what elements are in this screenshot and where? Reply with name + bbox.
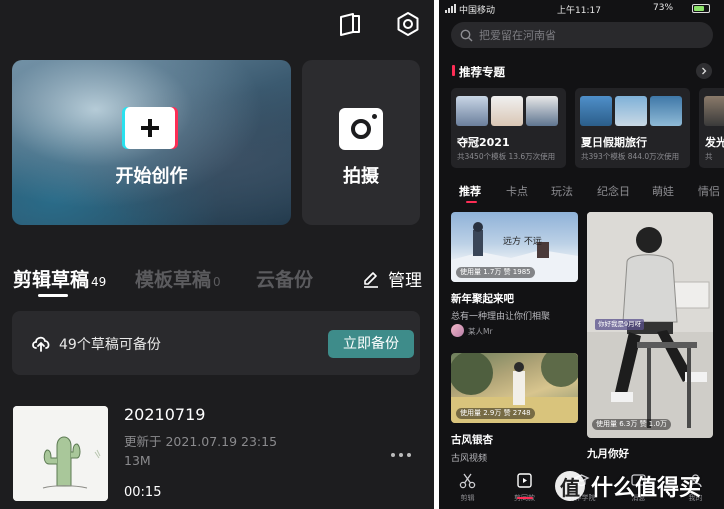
settings-hexagon-icon[interactable] [394, 10, 422, 38]
search-input[interactable] [479, 22, 699, 48]
nav-academy-label: 创作学院 [567, 494, 596, 502]
draft-duration: 00:15 [124, 485, 162, 500]
cactus-illustration [13, 406, 108, 501]
shoot-label: 拍摄 [343, 166, 379, 187]
nav-messages[interactable]: 消息 [610, 466, 667, 509]
template-title: 九月你好 [587, 448, 629, 460]
nav-templates[interactable]: 剪同款 [496, 466, 553, 509]
plus-icon [125, 107, 175, 149]
topic-thumbnails [704, 96, 724, 126]
topic-meta: 共3450个模板 13.6万次使用 [457, 152, 556, 161]
nav-edit[interactable]: 剪辑 [439, 466, 496, 509]
author-name[interactable]: 某人Mr [468, 326, 493, 337]
nav-academy[interactable]: 创作学院 [553, 466, 610, 509]
message-icon [631, 474, 646, 486]
tab-beat[interactable]: 卡点 [506, 183, 528, 199]
overlay-text: 远方 不远 [503, 235, 542, 247]
active-nav-indicator [517, 497, 533, 499]
edit-pencil-icon [364, 271, 378, 288]
search-icon [460, 29, 473, 42]
draft-updated-time: 更新于 2021.07.19 23:15 [124, 434, 278, 449]
manage-button[interactable]: 管理 [362, 266, 422, 291]
tab-template-drafts-label: 模板草稿 [135, 269, 212, 291]
topic-card[interactable]: 夺冠2021 共3450个模板 13.6万次使用 [451, 88, 566, 168]
tab-template-drafts[interactable]: 模板草稿 0 [135, 265, 221, 292]
tab-edit-drafts[interactable]: 剪辑草稿 49 [13, 265, 106, 292]
topic-meta: 共393个模板 844.0万次使用 [581, 152, 680, 161]
usage-stats: 使用量 1.7万 赞 1985 [456, 267, 535, 278]
more-options-icon[interactable] [389, 445, 413, 457]
template-thumbnail[interactable]: 你好我是9月呀 使用量 6.3万 赞 1.0万 [587, 212, 713, 438]
manage-label: 管理 [388, 271, 422, 291]
backup-now-button[interactable]: 立即备份 [328, 330, 414, 358]
camera-icon [339, 108, 383, 150]
draft-title: 20210719 [124, 405, 206, 424]
capcut-home-panel: 开始创作 拍摄 剪辑草稿 49 模板草稿 0 云备份 管理 49个草稿可备份 立即备… [0, 0, 434, 509]
overlay-text: 你好我是9月呀 [595, 319, 645, 330]
template-description: 总有一种理由让你们相聚 [451, 312, 551, 322]
draft-file-size: 13M [124, 453, 151, 468]
template-video-icon [517, 473, 532, 488]
nav-profile-label: 我的 [688, 494, 703, 502]
signal-icon [445, 4, 456, 13]
template-title: 新年聚起来吧 [451, 293, 514, 305]
battery-percent: 73% [653, 3, 674, 13]
topic-card[interactable]: 夏日假期旅行 共393个模板 844.0万次使用 [575, 88, 690, 168]
start-creation-label: 开始创作 [115, 166, 188, 187]
shoot-card[interactable]: 拍摄 [302, 60, 420, 225]
status-bar: 中国移动 上午11:17 73% [439, 0, 724, 18]
template-thumbnail[interactable]: 使用量 2.9万 赞 2748 [451, 353, 578, 423]
tab-template-drafts-count: 0 [213, 275, 221, 289]
active-tab-indicator [38, 294, 68, 297]
template-description: 古风视频 [451, 454, 488, 464]
author-avatar[interactable] [451, 324, 464, 337]
recommended-topics-title: 推荐专题 [459, 65, 505, 79]
battery-icon [692, 4, 710, 13]
active-tab-indicator [466, 201, 477, 203]
topic-meta: 共 [705, 152, 713, 161]
backup-banner: 49个草稿可备份 立即备份 [12, 311, 420, 375]
nav-messages-label: 消息 [631, 494, 646, 502]
bottom-navigation: 剪辑 剪同款 创作学院 消息 我的 [439, 466, 724, 509]
topic-title: 夏日假期旅行 [581, 136, 647, 149]
tab-couples[interactable]: 情侣 [698, 183, 720, 199]
draft-thumbnail[interactable] [13, 406, 108, 501]
carrier-name: 中国移动 [459, 6, 496, 16]
topic-thumbnails [580, 96, 682, 126]
template-thumbnail[interactable]: 远方 不远 使用量 1.7万 赞 1985 [451, 212, 578, 282]
tab-recommended[interactable]: 推荐 [459, 183, 481, 199]
section-marker [451, 64, 459, 77]
scissors-icon [459, 473, 476, 489]
usage-stats: 使用量 6.3万 赞 1.0万 [592, 419, 671, 430]
topic-title: 发光 [705, 136, 724, 149]
tab-edit-drafts-label: 剪辑草稿 [13, 269, 90, 291]
backup-count-text: 49个草稿可备份 [59, 337, 161, 353]
tab-kids[interactable]: 萌娃 [652, 183, 674, 199]
topic-card[interactable]: 发光 共 [699, 88, 724, 168]
nav-edit-label: 剪辑 [460, 494, 475, 502]
tab-cloud-backup-label: 云备份 [256, 269, 314, 291]
nav-profile[interactable]: 我的 [667, 466, 724, 509]
topic-thumbnails [456, 96, 558, 126]
tutorial-book-icon[interactable] [336, 10, 364, 38]
profile-icon [689, 474, 702, 488]
topic-title: 夺冠2021 [457, 136, 510, 149]
tab-anniversary[interactable]: 纪念日 [597, 183, 630, 199]
status-time: 上午11:17 [557, 6, 601, 16]
tab-gameplay[interactable]: 玩法 [551, 183, 573, 199]
template-feed-panel: 中国移动 上午11:17 73% 推荐专题 夺冠2021 共3450个模板 13… [439, 0, 724, 509]
tab-edit-drafts-count: 49 [91, 275, 107, 289]
search-bar[interactable] [451, 22, 713, 48]
usage-stats: 使用量 2.9万 赞 2748 [456, 408, 535, 419]
tab-cloud-backup[interactable]: 云备份 [256, 265, 313, 292]
chevron-right-icon[interactable] [696, 63, 712, 79]
start-creation-card[interactable]: 开始创作 [12, 60, 291, 225]
template-title: 古风银杏 [451, 434, 493, 446]
academy-icon [573, 474, 590, 487]
cloud-upload-icon [32, 336, 50, 352]
